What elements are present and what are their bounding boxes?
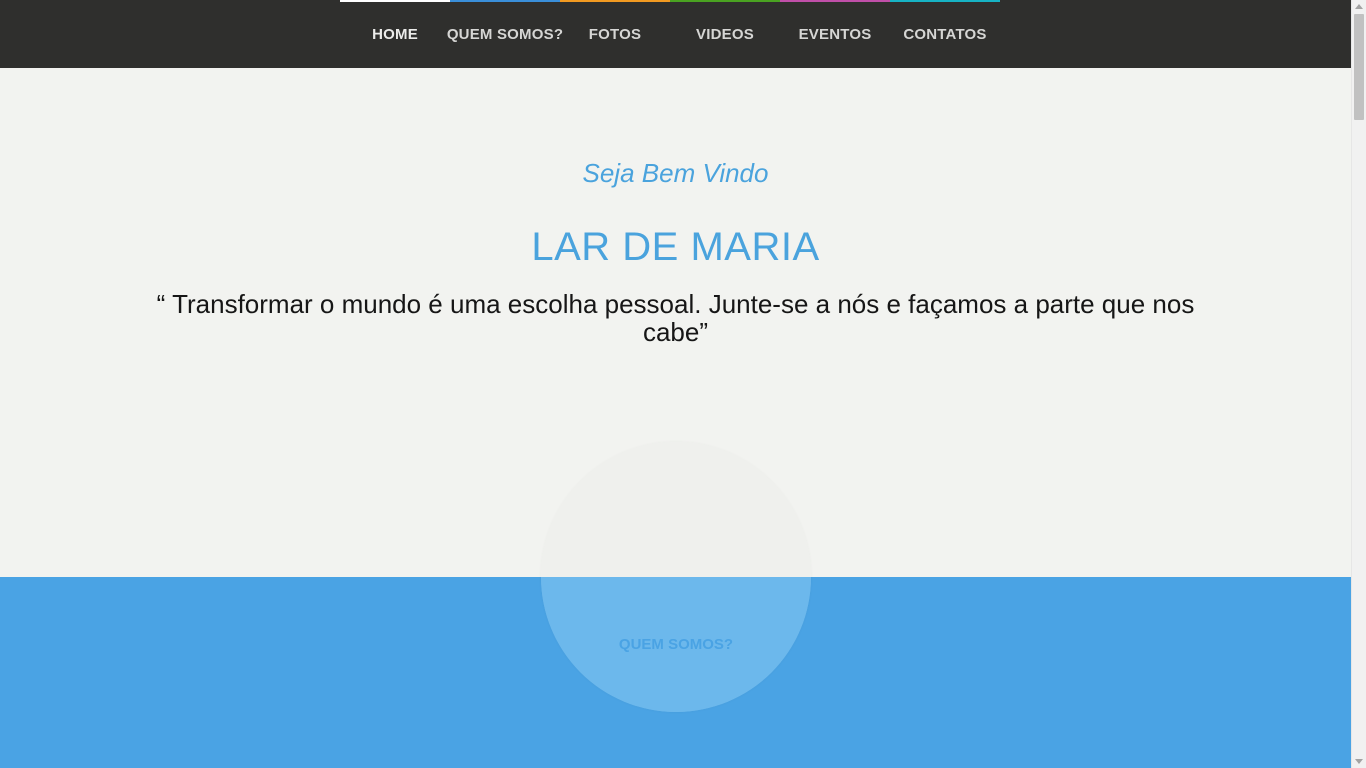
welcome-text: Seja Bem Vindo (582, 158, 769, 188)
hero-quote: “ Transformar o mundo é uma escolha pess… (156, 289, 1195, 347)
nav-item-contatos[interactable]: CONTATOS (890, 0, 1000, 68)
nav-item-quem-somos[interactable]: QUEM SOMOS? (447, 0, 563, 68)
scrollbar-thumb[interactable] (1354, 14, 1364, 120)
nav-item-eventos[interactable]: EVENTOS (780, 0, 890, 68)
nav-menu: HOME QUEM SOMOS? FOTOS VIDEOS EVENTOS CO… (340, 0, 1000, 68)
scroll-down-arrow-icon[interactable] (1355, 759, 1363, 764)
nav-item-home[interactable]: HOME (340, 0, 450, 68)
site-title: LAR DE MARIA (531, 225, 820, 269)
scroll-up-arrow-icon[interactable] (1355, 4, 1363, 9)
quem-somos-circle-button[interactable]: QUEM SOMOS? (541, 442, 811, 712)
quem-somos-circle-label[interactable]: QUEM SOMOS? (541, 636, 811, 653)
circle-top-half (541, 442, 811, 577)
top-navigation: HOME QUEM SOMOS? FOTOS VIDEOS EVENTOS CO… (0, 0, 1351, 68)
vertical-scrollbar[interactable] (1351, 0, 1366, 768)
nav-item-videos[interactable]: VIDEOS (670, 0, 780, 68)
nav-item-fotos[interactable]: FOTOS (560, 0, 670, 68)
